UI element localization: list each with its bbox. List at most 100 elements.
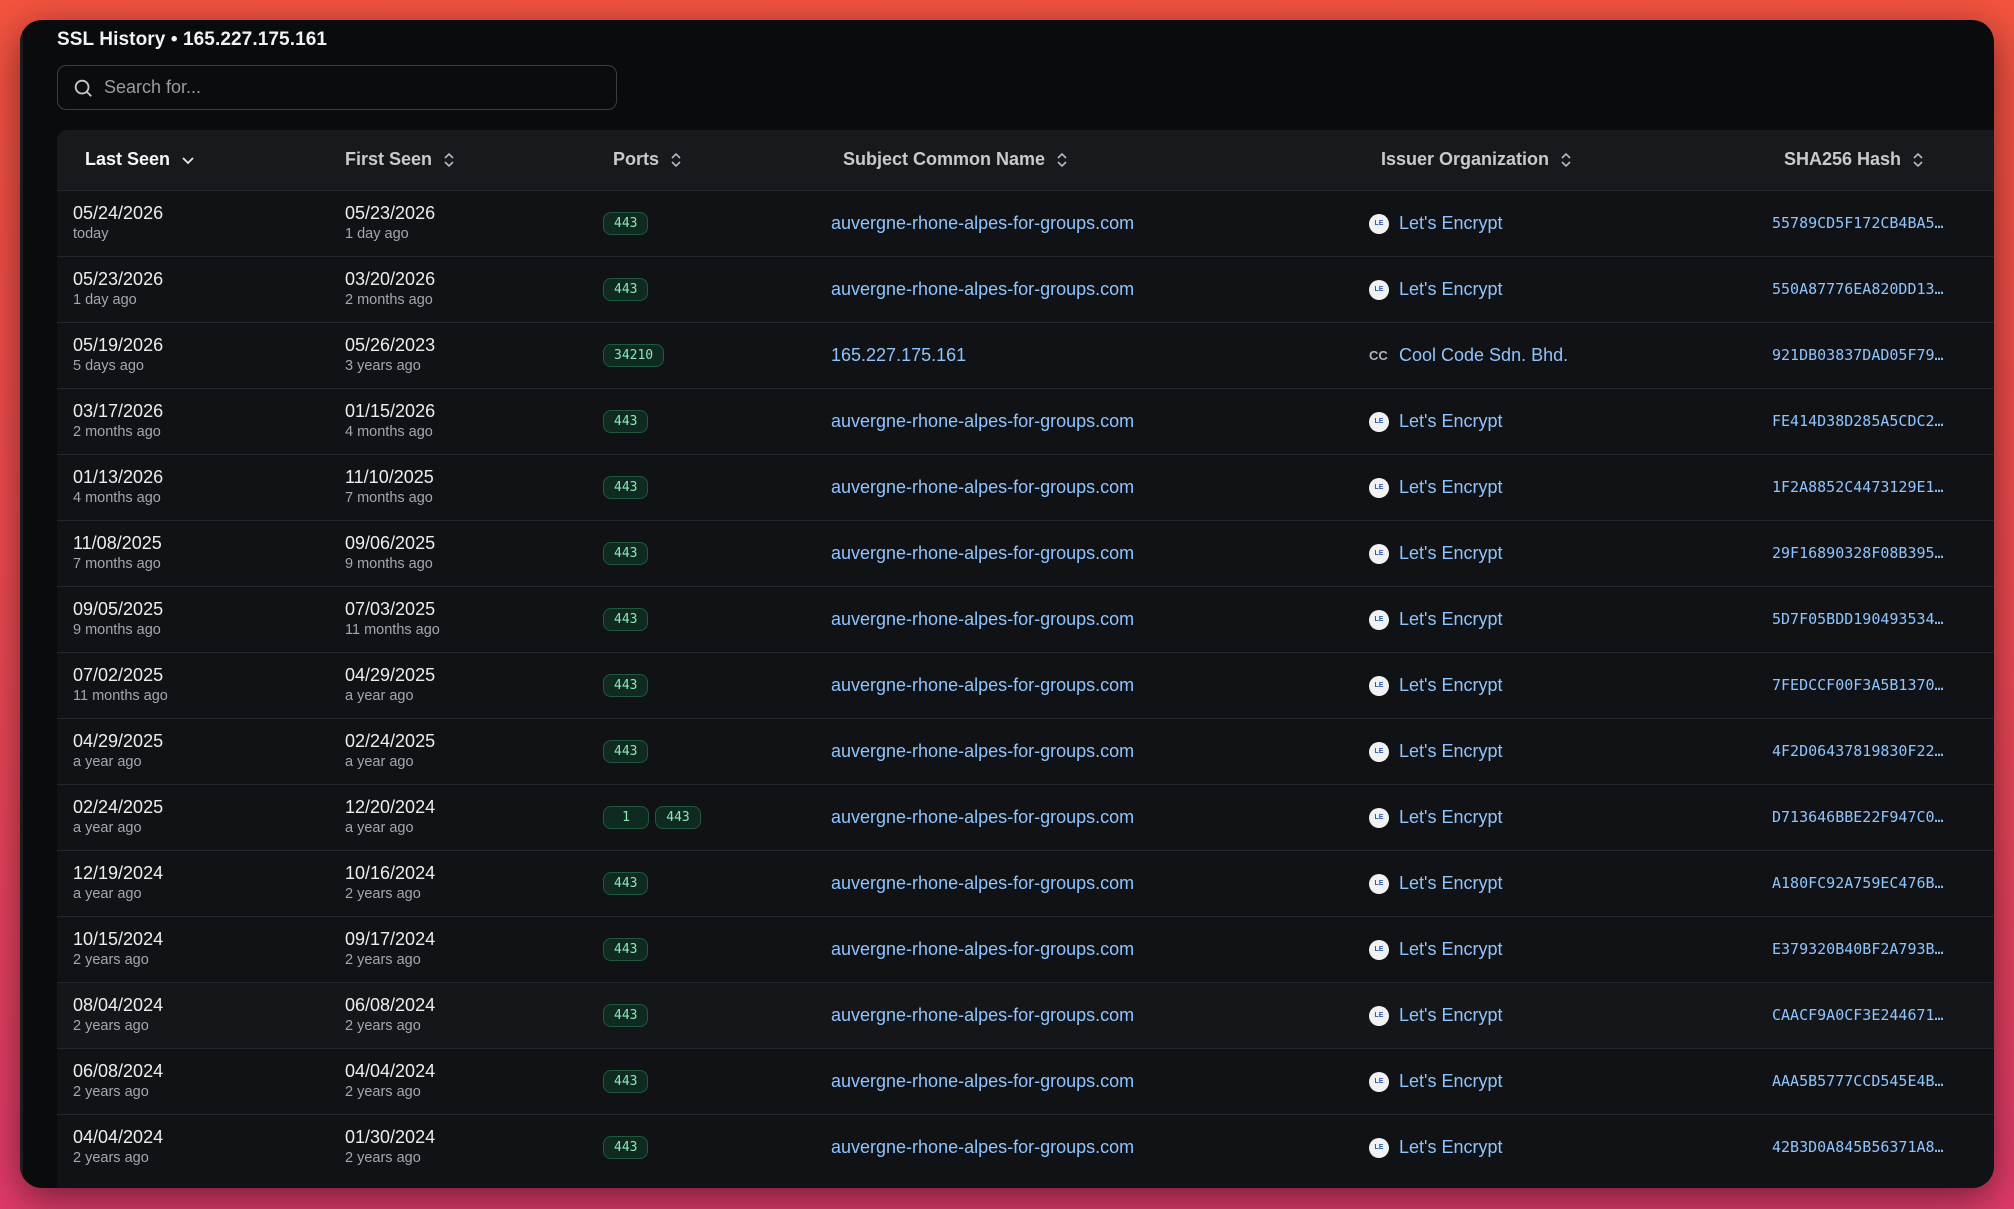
first-seen-cell: 09/06/2025 9 months ago [325, 520, 595, 586]
sha256-hash-link[interactable]: 550A87776EA820DD13… [1772, 280, 1944, 298]
table-row[interactable]: 05/24/2026 today 05/23/2026 1 day ago 443 auv… [57, 190, 1994, 256]
issuer-org-cell: LE Let's Encrypt [1349, 256, 1752, 322]
table-row[interactable]: 02/24/2025 a year ago 12/20/2024 a year ago… [57, 784, 1994, 850]
sha256-cell: A180FC92A759EC476B… [1752, 850, 1994, 916]
port-badge[interactable]: 443 [603, 739, 649, 763]
sha256-hash-link[interactable]: 1F2A8852C4473129E1… [1772, 478, 1944, 496]
subject-common-name-link[interactable]: auvergne-rhone-alpes-for-groups.com [831, 873, 1134, 893]
issuer-organization-link[interactable]: LE Let's Encrypt [1369, 873, 1502, 894]
ssl-history-window: SSL History • 165.227.175.161 Las [20, 20, 1994, 1188]
search-box[interactable] [57, 65, 617, 110]
port-badge[interactable]: 443 [603, 211, 649, 235]
ports-cell: 443 [595, 256, 811, 322]
table-row[interactable]: 12/19/2024 a year ago 10/16/2024 2 years ag… [57, 850, 1994, 916]
column-header-first-seen[interactable]: First Seen [325, 130, 595, 190]
issuer-organization-link[interactable]: LE Let's Encrypt [1369, 411, 1502, 432]
issuer-organization-link[interactable]: LE Let's Encrypt [1369, 543, 1502, 564]
port-badge[interactable]: 443 [603, 607, 649, 631]
subject-common-name-link[interactable]: auvergne-rhone-alpes-for-groups.com [831, 279, 1134, 299]
table-row[interactable]: 09/05/2025 9 months ago 07/03/2025 11 month… [57, 586, 1994, 652]
column-header-subject-common-name[interactable]: Subject Common Name [811, 130, 1349, 190]
port-badge[interactable]: 443 [603, 1069, 649, 1093]
sha256-hash-link[interactable]: 42B3D0A845B56371A8… [1772, 1138, 1944, 1156]
table-header-row: Last Seen First Seen Ports Subject Commo… [57, 130, 1994, 190]
subject-common-name-link[interactable]: auvergne-rhone-alpes-for-groups.com [831, 543, 1134, 563]
subject-common-name-link[interactable]: auvergne-rhone-alpes-for-groups.com [831, 411, 1134, 431]
issuer-organization-link[interactable]: LE Let's Encrypt [1369, 939, 1502, 960]
sha256-hash-link[interactable]: 921DB03837DAD05F79… [1772, 346, 1944, 364]
first-seen-cell: 07/03/2025 11 months ago [325, 586, 595, 652]
table-row[interactable]: 04/04/2024 2 years ago 01/30/2024 2 years a… [57, 1114, 1994, 1180]
port-badge[interactable]: 443 [603, 1003, 649, 1027]
ssl-history-table: Last Seen First Seen Ports Subject Commo… [57, 130, 1994, 1188]
table-row[interactable]: 03/17/2026 2 months ago 01/15/2026 4 months… [57, 388, 1994, 454]
issuer-organization-link[interactable]: CC Cool Code Sdn. Bhd. [1369, 345, 1568, 366]
issuer-organization-link[interactable]: LE Let's Encrypt [1369, 741, 1502, 762]
first-seen-cell: 03/20/2026 2 months ago [325, 256, 595, 322]
issuer-organization-link[interactable]: LE Let's Encrypt [1369, 213, 1502, 234]
port-badge[interactable]: 443 [603, 277, 649, 301]
issuer-organization-label: Let's Encrypt [1399, 675, 1503, 695]
column-header-issuer-organization[interactable]: Issuer Organization [1349, 130, 1752, 190]
issuer-organization-link[interactable]: LE Let's Encrypt [1369, 1071, 1502, 1092]
subject-common-name-link[interactable]: auvergne-rhone-alpes-for-groups.com [831, 1137, 1134, 1157]
subject-common-name-link[interactable]: auvergne-rhone-alpes-for-groups.com [831, 477, 1134, 497]
port-badge[interactable]: 443 [603, 673, 649, 697]
table-row[interactable]: 07/02/2025 11 months ago 04/29/2025 a year … [57, 652, 1994, 718]
last-seen-relative: 2 years ago [73, 1018, 149, 1034]
sha256-hash-link[interactable]: A180FC92A759EC476B… [1772, 874, 1944, 892]
port-badge[interactable]: 443 [603, 937, 649, 961]
issuer-organization-link[interactable]: LE Let's Encrypt [1369, 1005, 1502, 1026]
sha256-hash-link[interactable]: E379320B40BF2A793B… [1772, 940, 1944, 958]
table-row[interactable]: 11/08/2025 7 months ago 09/06/2025 9 months… [57, 520, 1994, 586]
sha256-hash-link[interactable]: FE414D38D285A5CDC2… [1772, 412, 1944, 430]
sha256-hash-link[interactable]: 29F16890328F08B395… [1772, 544, 1944, 562]
last-seen-cell: 04/04/2024 2 years ago [57, 1114, 325, 1180]
port-badge[interactable]: 443 [655, 805, 701, 829]
sha256-hash-link[interactable]: AAA5B5777CCD545E4B… [1772, 1072, 1944, 1090]
subject-common-name-link[interactable]: auvergne-rhone-alpes-for-groups.com [831, 939, 1134, 959]
subject-common-name-link[interactable]: 165.227.175.161 [831, 345, 966, 365]
port-badge[interactable]: 34210 [603, 343, 665, 367]
sha256-hash-link[interactable]: 5D7F05BDD190493534… [1772, 610, 1944, 628]
port-badge[interactable]: 443 [603, 409, 649, 433]
issuer-organization-link[interactable]: LE Let's Encrypt [1369, 807, 1502, 828]
sha256-hash-link[interactable]: 7FEDCCF00F3A5B1370… [1772, 676, 1944, 694]
last-seen-relative: 4 months ago [73, 490, 161, 506]
search-input[interactable] [104, 77, 616, 98]
issuer-organization-link[interactable]: LE Let's Encrypt [1369, 477, 1502, 498]
table-row[interactable]: 05/23/2026 1 day ago 03/20/2026 2 months ag… [57, 256, 1994, 322]
subject-common-name-link[interactable]: auvergne-rhone-alpes-for-groups.com [831, 675, 1134, 695]
issuer-organization-link[interactable]: LE Let's Encrypt [1369, 279, 1502, 300]
sha256-hash-link[interactable]: CAACF9A0CF3E244671… [1772, 1006, 1944, 1024]
port-badge[interactable]: 443 [603, 541, 649, 565]
subject-common-name-link[interactable]: auvergne-rhone-alpes-for-groups.com [831, 213, 1134, 233]
table-row[interactable]: 10/15/2024 2 years ago 09/17/2024 2 years a… [57, 916, 1994, 982]
subject-common-name-link[interactable]: auvergne-rhone-alpes-for-groups.com [831, 807, 1134, 827]
column-header-sha256-hash[interactable]: SHA256 Hash [1752, 130, 1994, 190]
sha256-hash-link[interactable]: D713646BBE22F947C0… [1772, 808, 1944, 826]
column-header-ports[interactable]: Ports [595, 130, 811, 190]
subject-common-name-link[interactable]: auvergne-rhone-alpes-for-groups.com [831, 609, 1134, 629]
issuer-organization-link[interactable]: LE Let's Encrypt [1369, 675, 1502, 696]
subject-common-name-link[interactable]: auvergne-rhone-alpes-for-groups.com [831, 741, 1134, 761]
column-header-last-seen[interactable]: Last Seen [57, 130, 325, 190]
table-row[interactable]: 08/04/2024 2 years ago 06/08/2024 2 years a… [57, 982, 1994, 1048]
table-row[interactable]: 01/13/2026 4 months ago 11/10/2025 7 months… [57, 454, 1994, 520]
table-row[interactable]: 04/29/2025 a year ago 02/24/2025 a year ago… [57, 718, 1994, 784]
sha256-hash-link[interactable]: 55789CD5F172CB4BA5… [1772, 214, 1944, 232]
issuer-organization-link[interactable]: LE Let's Encrypt [1369, 1137, 1502, 1158]
port-badge[interactable]: 443 [603, 475, 649, 499]
issuer-organization-link[interactable]: LE Let's Encrypt [1369, 609, 1502, 630]
sha256-hash-link[interactable]: 4F2D06437819830F22… [1772, 742, 1944, 760]
port-badge[interactable]: 443 [603, 871, 649, 895]
ports-cell: 443 [595, 916, 811, 982]
subject-common-name-link[interactable]: auvergne-rhone-alpes-for-groups.com [831, 1071, 1134, 1091]
table-row[interactable]: 06/08/2024 2 years ago 04/04/2024 2 years a… [57, 1048, 1994, 1114]
table-row[interactable]: 05/19/2026 5 days ago 05/26/2023 3 years ag… [57, 322, 1994, 388]
subject-common-name-link[interactable]: auvergne-rhone-alpes-for-groups.com [831, 1005, 1134, 1025]
port-badge[interactable]: 443 [603, 1135, 649, 1159]
ports-cell: 443 [595, 718, 811, 784]
last-seen-cell: 10/15/2024 2 years ago [57, 916, 325, 982]
port-badge[interactable]: 1 [603, 805, 649, 829]
